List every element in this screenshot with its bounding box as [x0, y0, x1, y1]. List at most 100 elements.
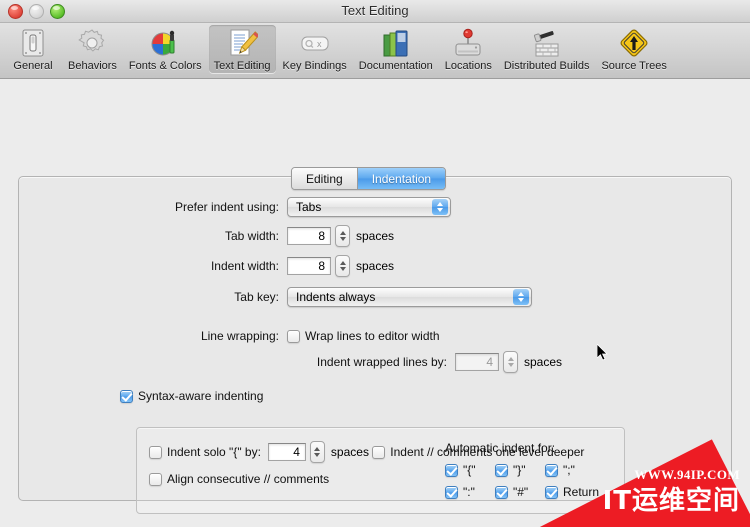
chevron-updown-icon — [432, 199, 448, 215]
auto-indent-label: "}" — [513, 463, 526, 477]
wrap-lines-label: Wrap lines to editor width — [305, 329, 440, 343]
preferences-toolbar: General Behaviors Fonts & Colors Text Ed… — [0, 23, 750, 79]
prefer-indent-label: Prefer indent using: — [174, 200, 279, 214]
align-comments-row[interactable]: Align consecutive // comments — [149, 472, 329, 486]
yellow-diamond-sign-icon — [618, 27, 650, 59]
tab-width-unit: spaces — [356, 229, 395, 243]
automatic-indent-grid: "{" "}" ";" ":" "#" Return — [445, 463, 599, 499]
toolbar-item-fonts-colors[interactable]: Fonts & Colors — [124, 25, 207, 73]
indent-wrapped-input[interactable]: 4 — [455, 353, 499, 371]
indent-wrapped-label: Indent wrapped lines by: — [316, 355, 447, 369]
tab-key-label: Tab key: — [234, 290, 279, 304]
tab-key-popup[interactable]: Indents always — [287, 287, 532, 307]
align-comments-checkbox — [149, 472, 162, 486]
row-line-wrapping: Line wrapping: Wrap lines to editor widt… — [0, 329, 750, 343]
switch-plate-icon — [17, 27, 49, 59]
row-prefer-indent: Prefer indent using: Tabs — [0, 197, 750, 217]
toolbar-item-general[interactable]: General — [5, 25, 61, 73]
toolbar-item-locations[interactable]: Locations — [440, 25, 497, 73]
auto-indent-open-brace[interactable]: "{" — [445, 463, 495, 477]
checkbox-checked-icon — [445, 463, 458, 477]
checkbox-box-icon — [287, 329, 300, 343]
auto-indent-colon[interactable]: ":" — [445, 485, 495, 499]
toolbar-item-label: Source Trees — [601, 60, 667, 72]
toolbar-item-distributed-builds[interactable]: Distributed Builds — [499, 25, 595, 73]
checkbox-checked-icon — [445, 485, 458, 499]
indent-solo-brace-row: Indent solo "{" by: 4 spaces — [149, 441, 369, 463]
prefer-indent-popup[interactable]: Tabs — [287, 197, 451, 217]
indent-solo-brace-stepper[interactable] — [309, 441, 325, 463]
drive-pin-icon — [452, 27, 484, 59]
auto-indent-close-brace[interactable]: "}" — [495, 463, 545, 477]
row-indent-width: Indent width: 8 spaces — [0, 255, 750, 277]
toolbar-item-label: Text Editing — [213, 60, 271, 72]
indent-wrapped-stepper[interactable] — [503, 351, 518, 373]
row-tab-key: Tab key: Indents always — [0, 287, 750, 307]
toolbar-item-label: General — [13, 60, 53, 72]
tab-width-input[interactable]: 8 — [287, 227, 331, 245]
toolbar-item-label: Behaviors — [68, 60, 117, 72]
color-wheel-brush-icon — [149, 27, 181, 59]
toolbar-item-label: Distributed Builds — [503, 60, 590, 72]
indent-width-stepper[interactable] — [335, 255, 350, 277]
automatic-indent-header: Automatic indent for: — [445, 441, 556, 455]
row-tab-width: Tab width: 8 spaces — [0, 225, 750, 247]
auto-indent-return[interactable]: Return — [545, 485, 599, 499]
window-title: Text Editing — [341, 3, 409, 18]
books-icon — [380, 27, 412, 59]
toolbar-item-key-bindings[interactable]: x Key Bindings — [278, 25, 352, 73]
indent-width-unit: spaces — [356, 259, 395, 273]
prefer-indent-value: Tabs — [296, 200, 322, 214]
toolbar-item-behaviors[interactable]: Behaviors — [63, 25, 122, 73]
indent-comments-checkbox — [372, 445, 386, 459]
indent-solo-brace-input[interactable]: 4 — [267, 443, 306, 461]
indent-solo-brace-unit: spaces — [330, 445, 369, 459]
tab-editing[interactable]: Editing — [292, 168, 357, 189]
checkbox-checked-icon — [495, 463, 508, 477]
auto-indent-label: ":" — [463, 485, 475, 499]
gear-icon — [76, 27, 108, 59]
checkbox-checked-icon — [545, 463, 558, 477]
indent-wrapped-unit: spaces — [524, 355, 563, 369]
toolbar-item-source-trees[interactable]: Source Trees — [596, 25, 671, 73]
checkbox-checked-icon — [120, 389, 133, 403]
document-pencil-icon — [226, 27, 260, 59]
tab-key-value: Indents always — [296, 290, 376, 304]
wrap-lines-checkbox[interactable]: Wrap lines to editor width — [287, 329, 440, 343]
auto-indent-semicolon[interactable]: ";" — [545, 463, 599, 477]
toolbar-item-text-editing[interactable]: Text Editing — [208, 25, 276, 73]
svg-text:x: x — [317, 39, 322, 49]
indent-width-input[interactable]: 8 — [287, 257, 331, 275]
toolbar-item-label: Locations — [444, 60, 492, 72]
auto-indent-hash[interactable]: "#" — [495, 485, 545, 499]
tab-segmented-control: Editing Indentation — [291, 167, 447, 190]
line-wrapping-label: Line wrapping: — [200, 329, 279, 343]
indent-width-label: Indent width: — [210, 259, 279, 273]
tab-indentation[interactable]: Indentation — [356, 168, 446, 189]
auto-indent-label: "#" — [513, 485, 529, 499]
toolbar-item-label: Documentation — [358, 60, 433, 72]
chevron-updown-icon — [513, 289, 529, 305]
preferences-content: Editing Indentation Prefer indent using:… — [0, 79, 750, 527]
syntax-aware-checkbox[interactable]: Syntax-aware indenting — [120, 389, 263, 403]
automatic-indent-section: Automatic indent for: "{" "}" ";" ":" "#… — [445, 441, 599, 499]
auto-indent-label: ";" — [563, 463, 575, 477]
indent-solo-brace-label: Indent solo "{" by: — [167, 445, 261, 459]
indent-solo-brace-checkbox[interactable] — [149, 445, 162, 459]
checkbox-checked-icon — [545, 485, 558, 499]
toolbar-item-label: Key Bindings — [282, 60, 347, 72]
row-syntax-aware: Syntax-aware indenting — [0, 389, 750, 403]
row-indent-wrapped: Indent wrapped lines by: 4 spaces — [0, 351, 750, 373]
title-bar: Text Editing — [0, 0, 750, 23]
toolbar-item-label: Fonts & Colors — [128, 60, 202, 72]
tab-width-stepper[interactable] — [335, 225, 350, 247]
auto-indent-label: Return — [563, 485, 600, 499]
syntax-aware-label: Syntax-aware indenting — [138, 389, 264, 403]
checkbox-checked-icon — [495, 485, 508, 499]
key-bindings-icon: x — [299, 27, 331, 59]
tab-width-label: Tab width: — [224, 229, 279, 243]
auto-indent-label: "{" — [463, 463, 476, 477]
toolbar-item-documentation[interactable]: Documentation — [354, 25, 438, 73]
syntax-options-group: Indent solo "{" by: 4 spaces Indent // c… — [136, 427, 625, 514]
indentation-form: Prefer indent using: Tabs Tab width: 8 s… — [0, 197, 750, 411]
